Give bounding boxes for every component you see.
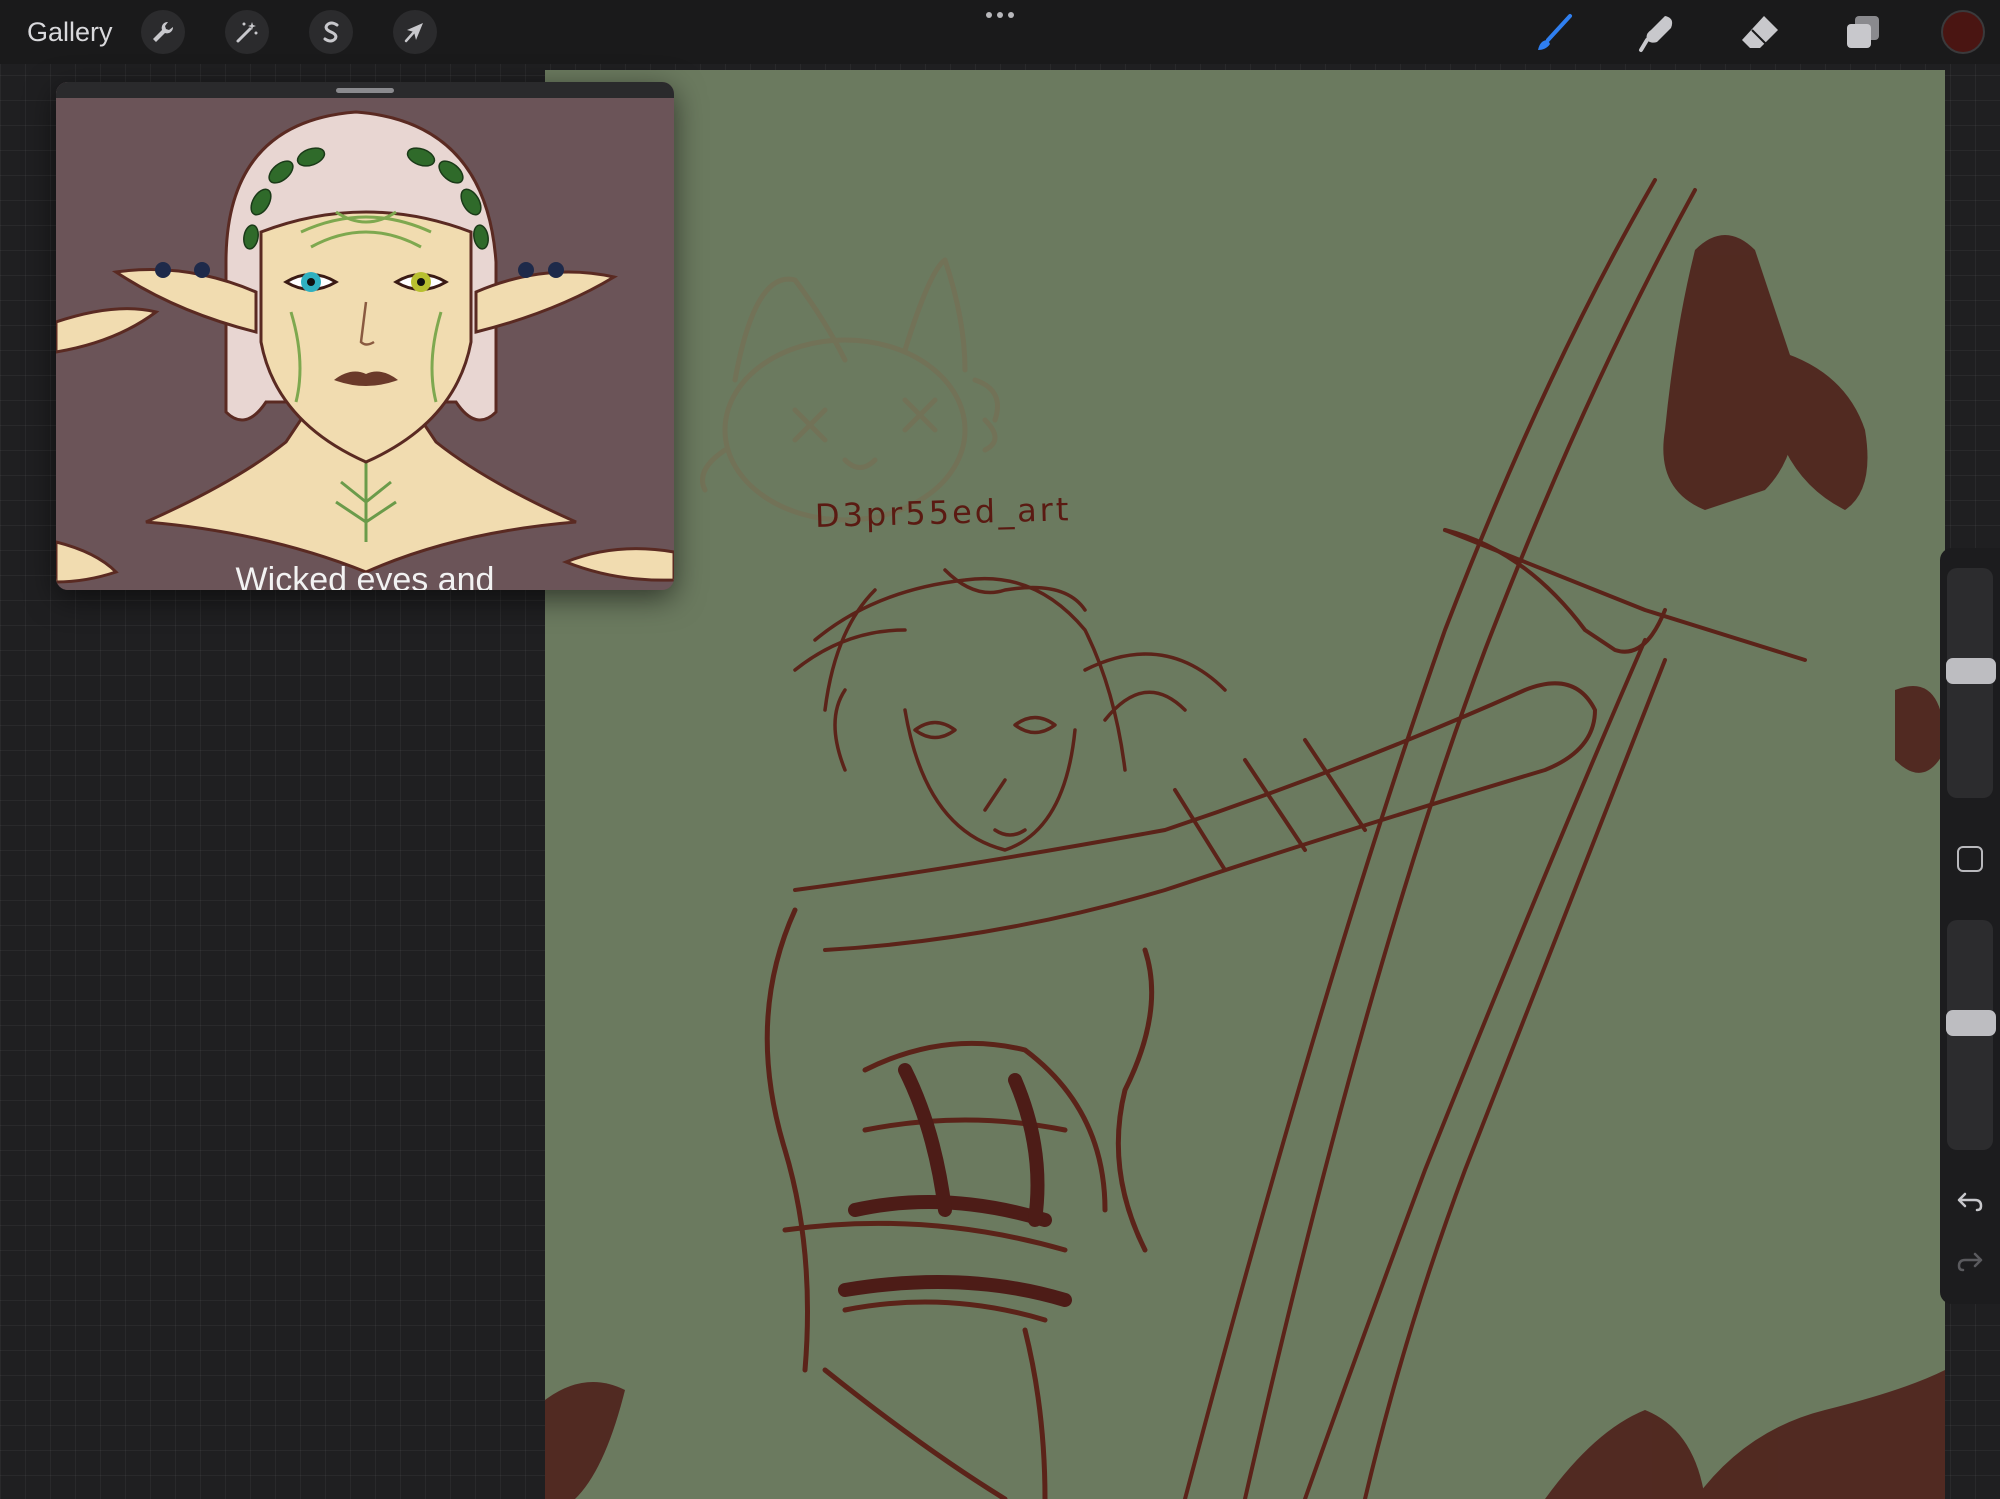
smudge-tool-button[interactable] [1633, 10, 1681, 54]
reference-image [56, 82, 674, 590]
undo-icon [1957, 1192, 1983, 1212]
smudge-icon [1639, 16, 1673, 52]
arrow-cursor-icon [404, 23, 423, 43]
reference-window[interactable]: Wicked eyes and [56, 82, 674, 590]
dot-icon [986, 12, 992, 18]
brush-size-thumb[interactable] [1946, 658, 1996, 684]
eraser-icon [1742, 16, 1778, 48]
undo-button[interactable] [1953, 1184, 1987, 1218]
more-options-button[interactable] [980, 4, 1020, 26]
dot-icon [1008, 12, 1014, 18]
brush-icon [1538, 14, 1572, 50]
dot-icon [997, 12, 1003, 18]
reference-drag-handle[interactable] [336, 88, 394, 93]
opacity-slider[interactable] [1946, 920, 1996, 1150]
artist-watermark: D3pr55ed_art [814, 490, 1072, 535]
sidebar-controls [1940, 548, 2000, 1304]
brush-size-slider[interactable] [1946, 568, 1996, 798]
opacity-thumb[interactable] [1946, 1010, 1996, 1036]
layers-button[interactable] [1839, 10, 1887, 54]
adjustments-button[interactable] [225, 10, 269, 54]
top-toolbar: Gallery [0, 0, 2000, 64]
magic-wand-icon [236, 22, 258, 43]
transform-button[interactable] [393, 10, 437, 54]
layers-icon [1847, 16, 1879, 48]
actions-button[interactable] [141, 10, 185, 54]
color-picker-button[interactable] [1941, 10, 1985, 54]
sketch-artwork [545, 178, 1945, 1499]
drawing-canvas[interactable]: D3pr55ed_art [545, 70, 1945, 1499]
reference-caption: Wicked eyes and [235, 561, 495, 590]
redo-icon [1957, 1252, 1983, 1272]
selection-button[interactable] [309, 10, 353, 54]
gallery-button[interactable]: Gallery [27, 14, 113, 50]
eraser-tool-button[interactable] [1736, 10, 1784, 54]
redo-button[interactable] [1953, 1244, 1987, 1278]
selection-s-icon [323, 21, 339, 43]
modify-button[interactable] [1957, 846, 1983, 872]
wrench-icon [153, 21, 174, 42]
brush-tool-button[interactable] [1530, 10, 1578, 54]
